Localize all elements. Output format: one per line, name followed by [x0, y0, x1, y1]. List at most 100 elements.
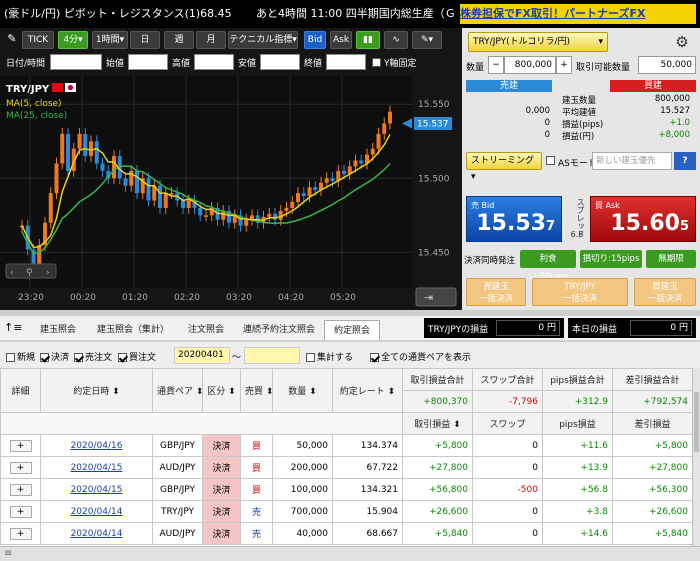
table-row[interactable]: + 2020/04/15 AUD/JPY 決済 買 200,000 67.722…	[0, 456, 693, 479]
high-field[interactable]	[194, 54, 234, 70]
qty-minus-button[interactable]: −	[488, 56, 504, 74]
qty-input[interactable]: 800,000	[504, 56, 556, 74]
line-chart-icon[interactable]: ∿	[384, 31, 408, 49]
unlimited-button[interactable]: 無期限	[646, 250, 696, 268]
close-all-buy-button[interactable]: 買建玉 一括決済	[634, 278, 696, 306]
col-pair[interactable]: 通貨ペア ⬍	[152, 368, 203, 413]
col-date[interactable]: 約定日時 ⬍	[40, 368, 153, 413]
sell-bid-button[interactable]: 売 Bid 15.537	[466, 196, 562, 242]
open-field[interactable]	[128, 54, 168, 70]
candle	[146, 178, 151, 201]
filter-sell-checkbox[interactable]	[74, 353, 83, 362]
new-position-priority[interactable]: 新しい建玉優先	[592, 152, 672, 170]
help-button[interactable]: ?	[674, 152, 696, 170]
yaxis-fix-checkbox[interactable]	[372, 58, 381, 67]
col-rate[interactable]: 約定レート ⬍	[332, 368, 403, 413]
jump-latest-button[interactable]	[415, 287, 457, 307]
ticker-item[interactable]: (豪ドル/円) ピボット・レジスタンス(1)68.45	[4, 4, 250, 24]
table-row[interactable]: + 2020/04/14 TRY/JPY 決済 売 700,000 15.904…	[0, 500, 693, 523]
tab-executions[interactable]: 約定照会	[324, 320, 380, 340]
datetime-field[interactable]	[50, 54, 102, 70]
filter-new[interactable]: 新規	[6, 350, 35, 363]
today-pl-box: 本日の損益 0 円	[568, 318, 696, 338]
filter-buy[interactable]: 買注文	[118, 350, 156, 363]
expand-button[interactable]: +	[0, 500, 41, 523]
zoom-icon[interactable]: ⚲	[26, 268, 33, 278]
ask-button[interactable]: Ask	[330, 31, 352, 49]
bid-button[interactable]: Bid	[304, 31, 326, 49]
col-kind[interactable]: 区分 ⬍	[202, 368, 241, 413]
table-row[interactable]: + 2020/04/15 GBP/JPY 決済 買 100,000 134.32…	[0, 478, 693, 501]
filter-sell[interactable]: 売注文	[74, 350, 112, 363]
pair-select[interactable]: TRY/JPY(トルコリラ/円) ▾	[468, 32, 608, 52]
exec-pair: AUD/JPY	[152, 522, 203, 545]
date-to-input[interactable]	[244, 347, 300, 364]
low-field[interactable]	[260, 54, 300, 70]
hour-select[interactable]: 1時間▾	[92, 31, 128, 49]
collapse-icon[interactable]: ↑≡	[4, 321, 22, 334]
jpy-flag-dot	[67, 84, 74, 91]
close-all-pair-button[interactable]: TRY/JPY 一括決済	[532, 278, 628, 306]
tab-positions[interactable]: 建玉照会	[28, 320, 88, 340]
draw-tool-icon[interactable]: ✎	[4, 31, 20, 49]
exec-date[interactable]: 2020/04/16	[40, 434, 153, 457]
all-pairs-checkbox[interactable]	[370, 353, 379, 362]
settings-gear-icon[interactable]: ⚙	[672, 32, 692, 52]
x-tick-label: 23:20	[18, 293, 44, 303]
candle	[181, 200, 185, 208]
month-button[interactable]: 月	[196, 31, 226, 49]
filter-settle-checkbox[interactable]	[40, 353, 49, 362]
col-qty[interactable]: 数量 ⬍	[272, 368, 333, 413]
aggregate-checkbox[interactable]	[306, 353, 315, 362]
tab-orders[interactable]: 注文照会	[178, 320, 234, 340]
candle	[100, 163, 105, 171]
streaming-select[interactable]: ストリーミング ▾	[466, 152, 542, 182]
ad-link[interactable]: 株券担保でFX取引！パートナーズFX	[460, 4, 696, 24]
filter-new-checkbox[interactable]	[6, 353, 15, 362]
exec-date[interactable]: 2020/04/14	[40, 522, 153, 545]
expand-button[interactable]: +	[0, 522, 41, 545]
expand-button[interactable]: +	[0, 434, 41, 457]
scroll-left-icon[interactable]: ‹	[10, 268, 14, 278]
period-select[interactable]: 4分▾	[58, 31, 88, 49]
tick-button[interactable]: TICK	[22, 31, 54, 49]
expand-button[interactable]: +	[0, 456, 41, 479]
tab-continuous-orders[interactable]: 連続予約注文照会	[234, 320, 324, 340]
date-from-input[interactable]: 20200401	[174, 347, 230, 364]
x-tick-label: 02:20	[174, 293, 200, 303]
buy-ask-button[interactable]: 買 Ask 15.605	[590, 196, 696, 242]
day-button[interactable]: 日	[130, 31, 160, 49]
exec-rate: 134.321	[332, 478, 403, 501]
exec-date[interactable]: 2020/04/15	[40, 456, 153, 479]
asmode-checkbox[interactable]	[546, 156, 555, 165]
candle-chart-icon[interactable]: ▮▮	[356, 31, 380, 49]
exec-swap: 0	[472, 500, 543, 523]
table-scrollbar[interactable]	[692, 368, 700, 546]
close-all-sell-button[interactable]: 売建玉 一括決済	[466, 278, 526, 306]
col-pl[interactable]: 取引損益 ⬍	[402, 412, 473, 435]
ticker-item[interactable]: あと4時間 11:00 四半期国内総生産（ＧＤＰ）	[256, 4, 456, 24]
week-button[interactable]: 週	[164, 31, 194, 49]
aggregate-option[interactable]: 集計する	[306, 350, 353, 363]
menu-icon[interactable]: ≡	[4, 548, 12, 559]
scroll-right-icon[interactable]: ›	[46, 268, 50, 278]
col-side[interactable]: 売買 ⬍	[240, 368, 273, 413]
table-row[interactable]: + 2020/04/14 AUD/JPY 決済 売 40,000 68.667 …	[0, 522, 693, 545]
scrollbar-thumb[interactable]	[694, 392, 699, 452]
table-row[interactable]: + 2020/04/16 GBP/JPY 決済 買 50,000 134.374…	[0, 434, 693, 457]
technical-indicator-select[interactable]: テクニカル指標▾	[228, 31, 298, 49]
filter-buy-checkbox[interactable]	[118, 353, 127, 362]
qty-plus-button[interactable]: +	[556, 56, 572, 74]
exec-date[interactable]: 2020/04/15	[40, 478, 153, 501]
take-profit-button[interactable]: 利食い:50pips	[520, 250, 576, 282]
draw-menu-icon[interactable]: ✎▾	[412, 31, 442, 49]
exec-date[interactable]: 2020/04/14	[40, 500, 153, 523]
tab-positions-summary[interactable]: 建玉照会（集計）	[88, 320, 178, 340]
all-pairs-option[interactable]: 全ての通貨ペアを表示	[370, 350, 471, 363]
exec-rate: 68.667	[332, 522, 403, 545]
price-chart[interactable]: 15.550 15.500 15.450 23:20 00:20 01:20 02:20 0…	[0, 76, 462, 310]
expand-button[interactable]: +	[0, 478, 41, 501]
close-field[interactable]	[326, 54, 366, 70]
filter-settle[interactable]: 決済	[40, 350, 69, 363]
stop-loss-button[interactable]: 損切り:15pips	[580, 250, 642, 268]
